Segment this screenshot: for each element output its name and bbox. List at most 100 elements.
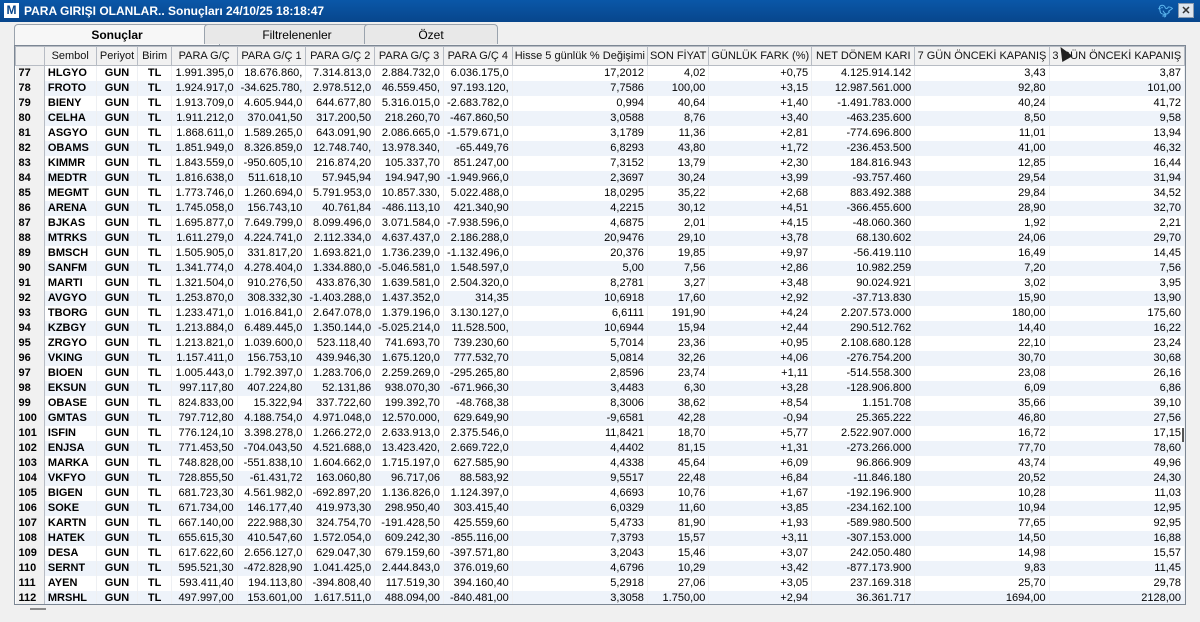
table-cell: TL <box>137 216 172 231</box>
table-row[interactable]: 102 ENJSA GUN TL 771.453,50 -704.043,50 4.521.… <box>15 441 1185 456</box>
row-number: 97 <box>15 366 45 381</box>
table-cell: +2,92 <box>708 291 813 306</box>
tab-sonuclar[interactable]: Sonuçlar <box>14 24 220 46</box>
table-row[interactable]: 94 KZBGY GUN TL 1.213.884,0 6.489.445,0 1.350.… <box>15 321 1185 336</box>
close-icon[interactable]: ✕ <box>1178 3 1194 18</box>
column-header[interactable]: Hisse 5 günlük % Değişimi <box>511 46 648 66</box>
column-header[interactable]: Birim <box>137 46 172 66</box>
table-row[interactable]: 103 MARKA GUN TL 748.828,00 -551.838,10 1.604.… <box>15 456 1185 471</box>
table-cell: 1.124.397,0 <box>443 486 513 501</box>
column-header[interactable]: PARA G/Ç 2 <box>305 46 376 66</box>
table-row[interactable]: 89 BMSCH GUN TL 1.505.905,0 331.817,20 1.693.8… <box>15 246 1185 261</box>
table-cell: GUN <box>96 516 139 531</box>
table-row[interactable]: 108 HATEK GUN TL 655.615,30 410.547,60 1.572.0… <box>15 531 1185 546</box>
table-cell: 3,27 <box>647 276 710 291</box>
table-row[interactable]: 84 MEDTR GUN TL 1.816.638,0 511.618,10 57.945,… <box>15 171 1185 186</box>
table-row[interactable]: 101 ISFIN GUN TL 776.124,10 3.398.278,0 1.266.… <box>15 426 1185 441</box>
table-row[interactable]: 98 EKSUN GUN TL 997.117,80 407.224,80 52.131,8… <box>15 381 1185 396</box>
table-row[interactable]: 93 TBORG GUN TL 1.233.471,0 1.016.841,0 2.647.… <box>15 306 1185 321</box>
column-header[interactable]: 7 GÜN ÖNCEKİ KAPANIŞ <box>914 46 1050 66</box>
table-cell: GUN <box>96 81 139 96</box>
table-row[interactable]: 79 BIENY GUN TL 1.913.709,0 4.605.944,0 644.67… <box>15 96 1185 111</box>
twitter-icon[interactable]: 🐦︎ <box>1158 4 1173 18</box>
table-row[interactable]: 109 DESA GUN TL 617.622,60 2.656.127,0 629.047… <box>15 546 1185 561</box>
table-row[interactable]: 91 MARTI GUN TL 1.321.504,0 910.276,50 433.876… <box>15 276 1185 291</box>
table-cell: +2,86 <box>708 261 813 276</box>
column-header[interactable] <box>15 46 45 66</box>
table-cell: TL <box>137 96 172 111</box>
table-cell: 29,54 <box>914 171 1050 186</box>
table-cell: +3,05 <box>708 576 813 591</box>
table-cell: 19,85 <box>647 246 710 261</box>
column-header[interactable]: PARA G/Ç 3 <box>374 46 444 66</box>
table-row[interactable]: 105 BIGEN GUN TL 681.723,30 4.561.982,0 -692.8… <box>15 486 1185 501</box>
row-number: 110 <box>15 561 45 576</box>
table-cell: 43,80 <box>647 141 710 156</box>
column-header[interactable]: NET DÖNEM KARI <box>811 46 916 66</box>
table-cell: 5,7014 <box>512 336 648 351</box>
table-cell: -394.808,40 <box>305 576 376 591</box>
table-cell: 41,72 <box>1049 96 1185 111</box>
table-row[interactable]: 96 VKING GUN TL 1.157.411,0 156.753,10 439.946… <box>15 351 1185 366</box>
table-row[interactable]: 82 OBAMS GUN TL 1.851.949,0 8.326.859,0 12.748… <box>15 141 1185 156</box>
table-row[interactable]: 87 BJKAS GUN TL 1.695.877,0 7.649.799,0 8.099.… <box>15 216 1185 231</box>
table-row[interactable]: 85 MEGMT GUN TL 1.773.746,0 1.260.694,0 5.791.… <box>15 186 1185 201</box>
table-row[interactable]: 106 SOKE GUN TL 671.734,00 146.177,40 419.973,… <box>15 501 1185 516</box>
table-cell: 49,96 <box>1049 456 1185 471</box>
resize-handle[interactable] <box>30 608 46 610</box>
table-cell: 7.314.813,0 <box>305 65 376 81</box>
row-number: 103 <box>15 456 45 471</box>
table-row[interactable]: 99 OBASE GUN TL 824.833,00 15.322,94 337.722,6… <box>15 396 1185 411</box>
results-grid[interactable]: Sembol Periyot Birim PARA G/Ç PARA G/Ç 1 PARA… <box>14 45 1186 605</box>
table-row[interactable]: 83 KIMMR GUN TL 1.843.559,0 -950.605,10 216.87… <box>15 156 1185 171</box>
table-row[interactable]: 111 AYEN GUN TL 593.411,40 194.113,80 -394.808… <box>15 576 1185 591</box>
table-cell: 1.437.352,0 <box>374 291 444 306</box>
table-row[interactable]: 95 ZRGYO GUN TL 1.213.821,0 1.039.600,0 523.11… <box>15 336 1185 351</box>
column-header[interactable]: SON FİYAT <box>646 46 710 66</box>
table-row[interactable]: 80 CELHA GUN TL 1.911.212,0 370.041,50 317.200… <box>15 111 1185 126</box>
table-cell: 16,49 <box>914 246 1050 261</box>
table-cell: 376.019,60 <box>443 561 513 576</box>
table-cell: TL <box>137 411 172 426</box>
table-cell: -276.754.200 <box>811 351 916 366</box>
table-row[interactable]: 110 SERNT GUN TL 595.521,30 -472.828,90 1.041.… <box>15 561 1185 576</box>
table-cell: 1.675.120,0 <box>374 351 444 366</box>
table-row[interactable]: 90 SANFM GUN TL 1.341.774,0 4.278.404,0 1.334.… <box>15 261 1185 276</box>
table-cell: 2.504.320,0 <box>443 276 513 291</box>
symbol-cell: AVGYO <box>44 291 97 306</box>
table-cell: 92,95 <box>1049 516 1185 531</box>
table-cell: 1.913.709,0 <box>171 96 238 111</box>
table-cell: 7,56 <box>647 261 710 276</box>
table-cell: 771.453,50 <box>171 441 238 456</box>
scrollbar-thumb[interactable] <box>1182 428 1184 442</box>
column-header[interactable]: PARA G/Ç 1 <box>236 46 307 66</box>
table-row[interactable]: 104 VKFYO GUN TL 728.855,50 -61.431,72 163.060… <box>15 471 1185 486</box>
row-number: 82 <box>15 141 45 156</box>
tab-ozet[interactable]: Özet <box>364 24 498 44</box>
table-cell: TL <box>137 501 172 516</box>
table-row[interactable]: 97 BIOEN GUN TL 1.005.443,0 1.792.397,0 1.283.… <box>15 366 1185 381</box>
table-cell: 1.266.272,0 <box>305 426 376 441</box>
table-row[interactable]: 112 MRSHL GUN TL 497.997,00 153.601,00 1.617.5… <box>15 591 1185 604</box>
column-header[interactable]: Sembol <box>43 46 97 66</box>
table-row[interactable]: 86 ARENA GUN TL 1.745.058,0 156.743,10 40.761,… <box>15 201 1185 216</box>
column-header[interactable]: PARA G/Ç <box>170 46 238 66</box>
table-row[interactable]: 77 HLGYO GUN TL 1.991.395,0 18.676.860, 7.314.… <box>15 65 1185 81</box>
table-row[interactable]: 100 GMTAS GUN TL 797.712,80 4.188.754,0 4.971.… <box>15 411 1185 426</box>
table-cell: 2.186.288,0 <box>443 231 513 246</box>
table-row[interactable]: 81 ASGYO GUN TL 1.868.611,0 1.589.265,0 643.09… <box>15 126 1185 141</box>
column-header[interactable]: Periyot <box>95 46 139 66</box>
tab-filtrelenenler[interactable]: Filtrelenenler <box>204 24 390 44</box>
table-cell: 741.693,70 <box>374 336 444 351</box>
table-cell: -877.173.900 <box>811 561 916 576</box>
table-cell: TL <box>137 276 172 291</box>
column-header[interactable]: GÜNLÜK FARK (%) <box>708 46 813 66</box>
table-row[interactable]: 78 FROTO GUN TL 1.924.917,0 -34.625.780, 2.978… <box>15 81 1185 96</box>
column-header[interactable]: PARA G/Ç 4 <box>442 46 513 66</box>
table-row[interactable]: 107 KARTN GUN TL 667.140,00 222.988,30 324.754… <box>15 516 1185 531</box>
table-cell: +6,84 <box>708 471 813 486</box>
table-row[interactable]: 92 AVGYO GUN TL 1.253.870,0 308.332,30 -1.403.… <box>15 291 1185 306</box>
table-cell: 314,35 <box>443 291 513 306</box>
table-row[interactable]: 88 MTRKS GUN TL 1.611.279,0 4.224.741,0 2.112.… <box>15 231 1185 246</box>
table-cell: -65.449,76 <box>443 141 513 156</box>
